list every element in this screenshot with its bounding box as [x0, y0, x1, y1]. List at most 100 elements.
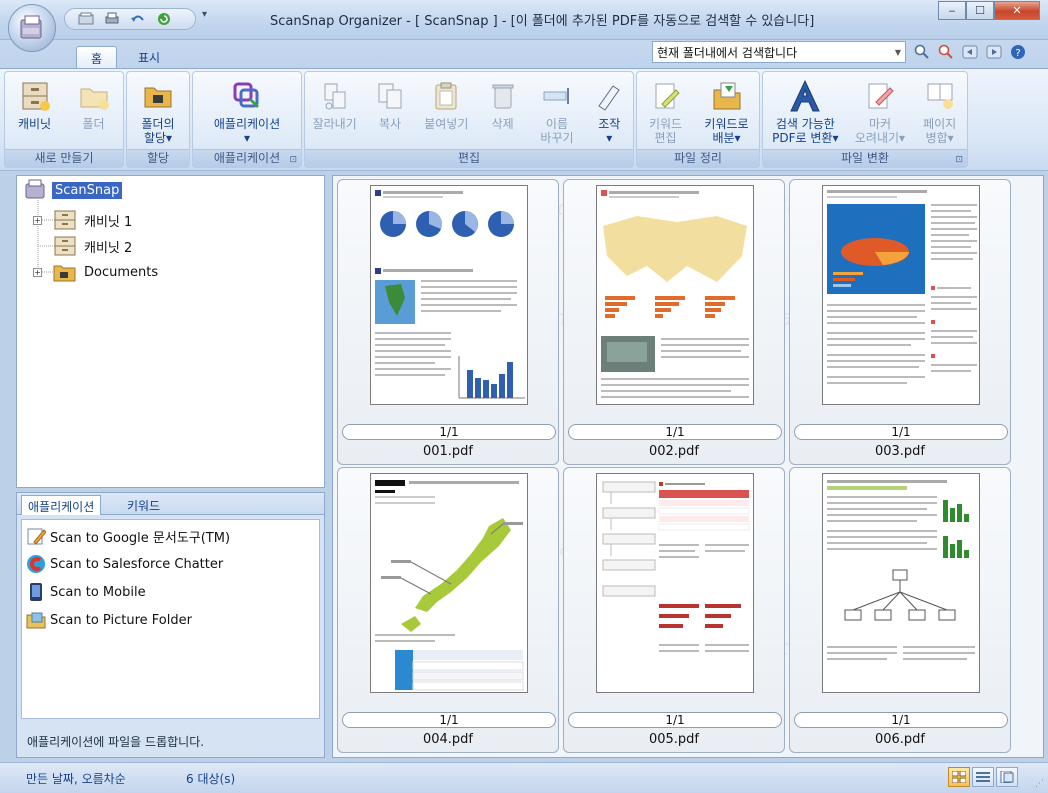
tree-item-cabinet-2[interactable]: 캐비닛 2: [33, 235, 132, 257]
file-thumbnail-view[interactable]: ScanSnap ScanSnap ScanSnap ScanSnap Scan…: [332, 175, 1044, 758]
marker-button[interactable]: 마커 오려내기▾: [850, 74, 910, 150]
ribbon-group-label: 파일 정리: [637, 149, 759, 167]
title-bar: ▾ ScanSnap Organizer - [ ScanSnap ] - [이…: [0, 0, 1048, 40]
window-title: ScanSnap Organizer - [ ScanSnap ] - [이 폴…: [270, 14, 815, 29]
page-count: 1/1: [794, 712, 1008, 728]
resize-grip-icon[interactable]: ⋰: [1035, 779, 1044, 789]
dialog-launcher-icon[interactable]: ⊡: [289, 152, 297, 169]
cabinet-icon: [54, 210, 76, 230]
undo-icon[interactable]: [127, 10, 149, 28]
application-icon: [229, 78, 265, 114]
list-item[interactable]: Scan to Google 문서도구(TM): [26, 526, 230, 546]
searchable-pdf-icon: [787, 78, 823, 114]
page-count: 1/1: [568, 712, 782, 728]
page-thumbnail: [596, 473, 754, 693]
ribbon-group-label: 애플리케이션 ⊡: [193, 149, 301, 167]
keyword-sort-button[interactable]: 키워드로 배분▾: [697, 74, 757, 150]
cut-button[interactable]: 잘라내기: [309, 74, 361, 150]
close-button[interactable]: ✕: [994, 1, 1040, 20]
page-thumbnail: [370, 185, 528, 405]
salesforce-chatter-icon: [27, 555, 45, 573]
folder-icon: [53, 265, 76, 282]
file-card[interactable]: 1/1 003.pdf: [789, 179, 1011, 465]
thumbnail-view-icon[interactable]: [948, 767, 970, 787]
new-cabinet-button[interactable]: 캐비닛: [6, 74, 64, 150]
list-item[interactable]: Scan to Mobile: [26, 582, 146, 602]
delete-icon: [485, 78, 521, 114]
ribbon-group-label: 할당: [127, 149, 189, 167]
list-view-icon[interactable]: [972, 767, 994, 787]
operate-button[interactable]: 조작 ▾: [589, 74, 629, 150]
mobile-icon: [30, 583, 42, 601]
scansnap-icon: [25, 179, 45, 199]
cut-icon: [317, 78, 353, 114]
ribbon-group-label: 편집: [305, 149, 633, 167]
sort-order-status[interactable]: 만든 날짜, 오름차순: [26, 770, 126, 787]
item-count-status: 6 대상(s): [186, 772, 236, 786]
dialog-launcher-icon[interactable]: ⊡: [955, 152, 963, 169]
drop-hint: 애플리케이션에 파일을 드롭합니다.: [27, 735, 205, 749]
search-tools: ?: [912, 41, 1028, 63]
svg-text:?: ?: [1015, 48, 1020, 59]
expand-icon[interactable]: +: [33, 267, 42, 277]
tab-applications[interactable]: 애플리케이션: [21, 495, 102, 515]
application-menu-button[interactable]: [8, 4, 56, 52]
search-input[interactable]: 현재 폴더내에서 검색합니다 ▼: [652, 41, 906, 63]
application-panel-tabs: 애플리케이션 키워드: [17, 493, 324, 515]
prev-result-icon[interactable]: [960, 42, 980, 62]
expand-icon[interactable]: +: [33, 215, 42, 225]
file-name: 006.pdf: [874, 732, 926, 747]
refresh-icon[interactable]: [153, 10, 175, 28]
scan-icon[interactable]: [75, 10, 97, 28]
clear-search-icon[interactable]: [936, 42, 956, 62]
search-input-text: 현재 폴더내에서 검색합니다: [657, 45, 798, 60]
marker-icon: [862, 78, 898, 114]
maximize-button[interactable]: ☐: [966, 1, 994, 20]
file-card[interactable]: 1/1 001.pdf: [337, 179, 559, 465]
ribbon-group-label: 파일 변환 ⊡: [763, 149, 967, 167]
keyword-edit-button[interactable]: 키워드 편집: [640, 74, 692, 150]
list-item[interactable]: Scan to Picture Folder: [26, 610, 192, 630]
new-folder-button[interactable]: 폴더: [65, 74, 123, 150]
ribbon-group-convert: 검색 가능한 PDF로 변환▾ 마커 오려내기▾ 페이지 병합▾ 파일 변환 ⊡: [762, 71, 968, 168]
file-card[interactable]: 1/1 006.pdf: [789, 467, 1011, 753]
copy-button[interactable]: 복사: [368, 74, 412, 150]
tree-item-cabinet-1[interactable]: + 캐비닛 1: [33, 209, 132, 231]
search-icon[interactable]: [912, 42, 932, 62]
print-icon[interactable]: [101, 10, 123, 28]
merge-pages-button[interactable]: 페이지 병합▾: [915, 74, 965, 150]
page-count: 1/1: [794, 424, 1008, 440]
paste-button[interactable]: 붙여넣기: [419, 74, 473, 150]
cabinet-icon: [17, 78, 53, 114]
folder-assign-button[interactable]: 폴더의 할당▾: [129, 74, 187, 150]
keyword-edit-icon: [648, 78, 684, 114]
tab-home[interactable]: 홈: [76, 46, 118, 68]
search-dropdown-icon[interactable]: ▼: [895, 48, 905, 57]
file-name: 004.pdf: [422, 732, 474, 747]
file-card[interactable]: 1/1 005.pdf: [563, 467, 785, 753]
delete-button[interactable]: 삭제: [481, 74, 525, 150]
application-button[interactable]: 애플리케이션 ▾: [197, 74, 297, 150]
file-name: 005.pdf: [648, 732, 700, 747]
window-controls: ‒ ☐ ✕: [938, 1, 1040, 20]
help-icon[interactable]: ?: [1008, 42, 1028, 62]
next-result-icon[interactable]: [984, 42, 1004, 62]
tree-item-documents[interactable]: + Documents: [33, 261, 158, 283]
list-item[interactable]: Scan to Salesforce Chatter: [26, 554, 223, 574]
copy-icon: [372, 78, 408, 114]
tree-item-label: Documents: [84, 264, 159, 280]
page-count: 1/1: [568, 424, 782, 440]
tab-keywords[interactable]: 키워드: [121, 495, 166, 515]
minimize-button[interactable]: ‒: [938, 1, 966, 20]
ribbon-group-edit: 잘라내기 복사 붙여넣기 삭제 이름 바꾸기 조작 ▾ 편집: [304, 71, 634, 168]
rename-button[interactable]: 이름 바꾸기: [532, 74, 582, 150]
file-card[interactable]: 1/1 002.pdf: [563, 179, 785, 465]
page-view-icon[interactable]: [996, 767, 1018, 787]
tree-item-scansnap[interactable]: ScanSnap: [23, 179, 123, 201]
tree-item-label: 캐비닛 1: [84, 214, 133, 230]
searchable-pdf-button[interactable]: 검색 가능한 PDF로 변환▾: [765, 74, 845, 150]
customize-toolbar-icon[interactable]: ▾: [202, 9, 216, 27]
tab-view[interactable]: 표시: [124, 46, 174, 68]
folder-tree: ScanSnap + 캐비닛 1 캐비닛 2 + Documents: [16, 175, 325, 488]
file-card[interactable]: 1/1 004.pdf: [337, 467, 559, 753]
